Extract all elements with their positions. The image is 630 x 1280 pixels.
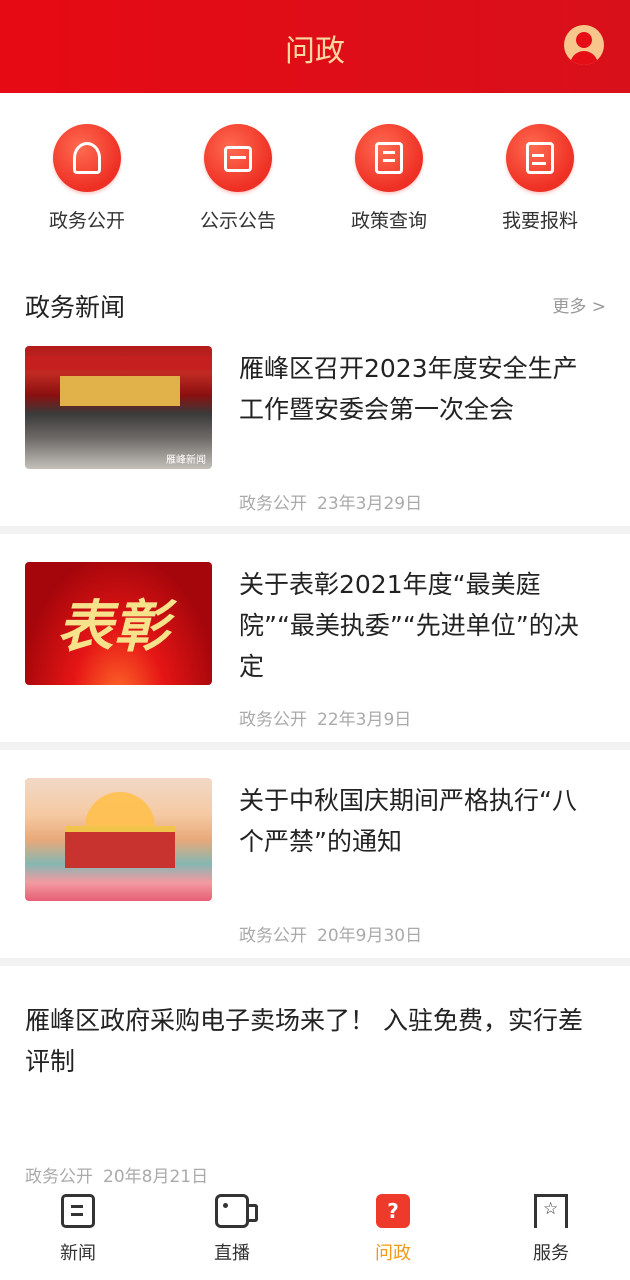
section-title: 政务新闻 [25,293,126,322]
news-source: 政务公开 [239,494,307,514]
news-item[interactable]: 关于中秋国庆期间严格执行“八个严禁”的通知 政务公开 20年9月30日 [0,778,630,958]
quick-link-policy-search[interactable]: 政策查询 [319,124,459,233]
document-icon [355,124,423,192]
news-title: 雁峰区召开2023年度安全生产工作暨安委会第一次全会 [239,354,578,424]
divider [0,526,630,534]
news-thumbnail: 雁峰新闻 [25,346,212,469]
news-meta: 政务公开 20年9月30日 [239,921,422,946]
tab-ask[interactable]: ? 问政 [338,1194,448,1265]
divider [0,958,630,966]
tab-service[interactable]: 服务 [496,1194,606,1265]
app-header: 问政 [0,0,630,93]
ask-icon: ? [376,1194,410,1228]
quick-link-announcements[interactable]: 公示公告 [168,124,308,233]
more-link[interactable]: 更多 > [552,292,606,317]
service-bookmark-icon [534,1194,568,1228]
page-title: 问政 [285,34,345,69]
news-date: 20年9月30日 [317,926,423,946]
quick-link-public-affairs[interactable]: 政务公开 [17,124,157,233]
news-item[interactable]: 表彰 关于表彰2021年度“最美庭院”“最美执委”“先进单位”的决定 政务公开 2… [0,562,630,742]
news-meta: 政务公开 23年3月29日 [239,489,422,514]
news-source: 政务公开 [239,926,307,946]
news-meta: 政务公开 22年3月9日 [239,705,411,730]
user-avatar-icon[interactable] [564,25,604,65]
news-date: 23年3月29日 [317,494,423,514]
news-date: 22年3月9日 [317,710,412,730]
divider [0,742,630,750]
news-icon [61,1194,95,1228]
news-source: 政务公开 [25,1167,93,1187]
live-video-icon [215,1194,258,1228]
quick-links: 政务公开 公示公告 政策查询 我要报料 [0,124,630,234]
briefcase-icon [204,124,272,192]
news-title: 关于表彰2021年度“最美庭院”“最美执委”“先进单位”的决定 [239,570,579,681]
tab-live[interactable]: 直播 [177,1194,287,1265]
news-thumbnail [25,778,212,901]
news-source: 政务公开 [239,710,307,730]
news-title: 关于中秋国庆期间严格执行“八个严禁”的通知 [239,786,577,856]
person-document-icon [53,124,121,192]
quick-link-report[interactable]: 我要报料 [470,124,610,233]
news-item[interactable]: 雁峰新闻 雁峰区召开2023年度安全生产工作暨安委会第一次全会 政务公开 23年3… [0,346,630,526]
tab-news[interactable]: 新闻 [23,1194,133,1265]
news-date: 20年8月21日 [103,1167,209,1187]
news-thumbnail: 表彰 [25,562,212,685]
news-meta: 政务公开 20年8月21日 [25,1162,208,1187]
edit-icon [506,124,574,192]
bottom-tab-bar: 新闻 直播 ? 问政 服务 [0,1186,630,1280]
news-title[interactable]: 雁峰区政府采购电子卖场来了！ 入驻免费，实行差评制 [25,1000,605,1082]
